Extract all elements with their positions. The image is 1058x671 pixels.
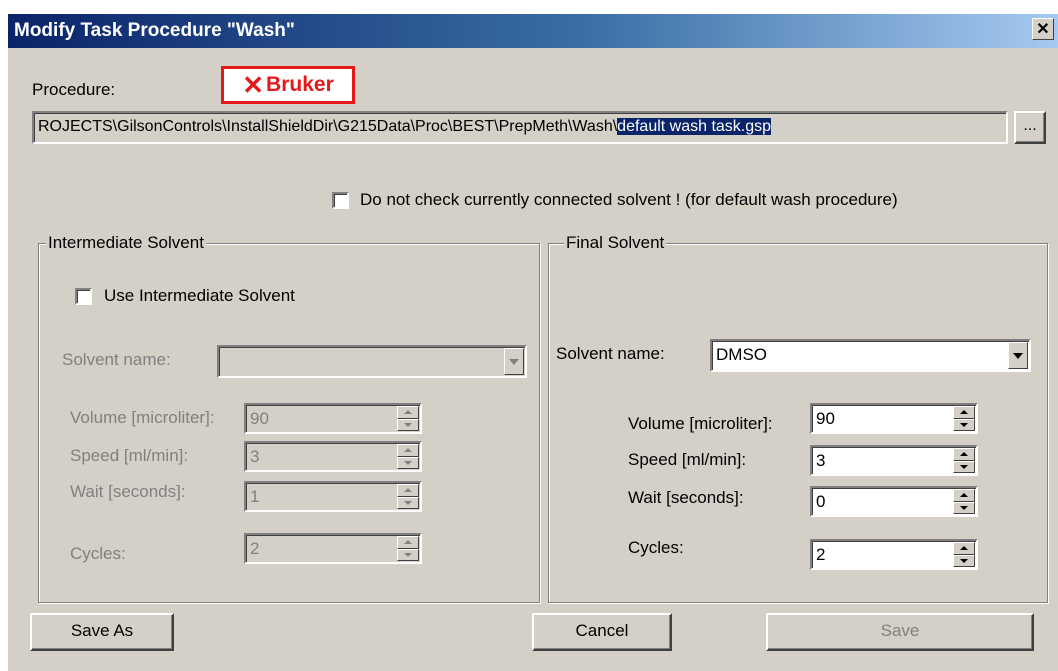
spin-up-button[interactable] [397, 406, 419, 419]
no-check-checkbox[interactable] [332, 192, 349, 209]
final-speed-stepper[interactable]: 3 [810, 445, 978, 476]
final-speed-label: Speed [ml/min]: [628, 450, 747, 469]
spin-down-button[interactable] [953, 554, 975, 567]
procedure-label: Procedure: [32, 80, 116, 99]
intermediate-solvent-select[interactable] [217, 345, 527, 378]
browse-button[interactable]: ... [1014, 111, 1046, 144]
final-volume-value: 90 [816, 409, 835, 428]
final-wait-stepper[interactable]: 0 [810, 486, 978, 517]
final-solvent-value: DMSO [716, 345, 767, 364]
final-solvent-label: Solvent name: [556, 344, 665, 363]
spin-down-button[interactable] [953, 418, 975, 431]
spin-down-button[interactable] [397, 456, 419, 469]
intermediate-cycles-value: 2 [250, 539, 260, 558]
intermediate-speed-value: 3 [250, 447, 260, 466]
spin-down-button[interactable] [953, 501, 975, 514]
chevron-down-icon [1013, 352, 1023, 359]
chevron-up-icon [960, 546, 968, 551]
chevron-down-icon [960, 464, 968, 469]
chevron-up-icon [404, 410, 412, 415]
close-button[interactable]: ✕ [1032, 18, 1054, 40]
intermediate-volume-value: 90 [250, 409, 269, 428]
intermediate-group-title: Intermediate Solvent [46, 233, 206, 253]
bruker-logo: ✕ Bruker [221, 66, 355, 104]
chevron-down-icon [404, 500, 412, 505]
dialog-window: Modify Task Procedure "Wash" ✕ Procedure… [8, 14, 1058, 671]
final-speed-value: 3 [816, 451, 826, 470]
logo-x-icon: ✕ [242, 70, 265, 100]
spin-up-button[interactable] [953, 542, 975, 555]
chevron-up-icon [404, 540, 412, 545]
chevron-down-icon [960, 422, 968, 427]
spin-up-button[interactable] [953, 406, 975, 419]
final-volume-label: Volume [microliter]: [628, 414, 773, 433]
chevron-down-icon [960, 558, 968, 563]
intermediate-volume-stepper[interactable]: 90 [244, 403, 422, 434]
spin-down-button[interactable] [397, 548, 419, 561]
final-group-title: Final Solvent [564, 233, 667, 253]
spin-up-button[interactable] [397, 484, 419, 497]
spin-down-button[interactable] [397, 496, 419, 509]
final-wait-value: 0 [816, 492, 826, 511]
intermediate-volume-label: Volume [microliter]: [70, 408, 215, 427]
intermediate-wait-stepper[interactable]: 1 [244, 481, 422, 512]
spin-down-button[interactable] [397, 418, 419, 431]
procedure-path-field[interactable]: ROJECTS\GilsonControls\InstallShieldDir\… [32, 111, 1008, 144]
intermediate-solvent-dropdown[interactable] [504, 348, 524, 375]
spin-up-button[interactable] [397, 444, 419, 457]
title-bar[interactable]: Modify Task Procedure "Wash" ✕ [8, 14, 1058, 48]
use-intermediate-checkbox[interactable] [75, 288, 92, 305]
chevron-down-icon [404, 552, 412, 557]
intermediate-solvent-label: Solvent name: [62, 350, 171, 369]
chevron-up-icon [960, 493, 968, 498]
final-solvent-dropdown[interactable] [1008, 342, 1028, 369]
spin-up-button[interactable] [397, 536, 419, 549]
use-intermediate-label: Use Intermediate Solvent [104, 286, 295, 305]
cancel-button[interactable]: Cancel [532, 613, 672, 651]
window-title: Modify Task Procedure "Wash" [14, 20, 295, 41]
final-cycles-value: 2 [816, 545, 826, 564]
final-cycles-label: Cycles: [628, 538, 684, 557]
save-as-button[interactable]: Save As [30, 613, 174, 651]
intermediate-wait-value: 1 [250, 487, 260, 506]
procedure-path-prefix: ROJECTS\GilsonControls\InstallShieldDir\… [38, 118, 618, 135]
no-check-label: Do not check currently connected solvent… [360, 190, 898, 209]
chevron-down-icon [404, 422, 412, 427]
chevron-up-icon [404, 448, 412, 453]
chevron-up-icon [960, 452, 968, 457]
spin-up-button[interactable] [953, 448, 975, 461]
final-wait-label: Wait [seconds]: [628, 488, 744, 507]
final-solvent-select[interactable]: DMSO [710, 339, 1031, 372]
intermediate-cycles-stepper[interactable]: 2 [244, 533, 422, 564]
chevron-down-icon [960, 505, 968, 510]
chevron-up-icon [960, 410, 968, 415]
spin-down-button[interactable] [953, 460, 975, 473]
intermediate-wait-label: Wait [seconds]: [70, 482, 186, 501]
close-icon: ✕ [1036, 21, 1050, 38]
procedure-path-selected: default wash task.gsp [617, 118, 772, 135]
logo-text: Bruker [266, 73, 334, 96]
chevron-down-icon [404, 460, 412, 465]
chevron-down-icon [509, 358, 519, 365]
chevron-up-icon [404, 488, 412, 493]
spin-up-button[interactable] [953, 489, 975, 502]
intermediate-cycles-label: Cycles: [70, 544, 126, 563]
intermediate-speed-stepper[interactable]: 3 [244, 441, 422, 472]
final-volume-stepper[interactable]: 90 [810, 403, 978, 434]
intermediate-speed-label: Speed [ml/min]: [70, 446, 189, 465]
save-button[interactable]: Save [766, 613, 1034, 651]
final-cycles-stepper[interactable]: 2 [810, 539, 978, 570]
